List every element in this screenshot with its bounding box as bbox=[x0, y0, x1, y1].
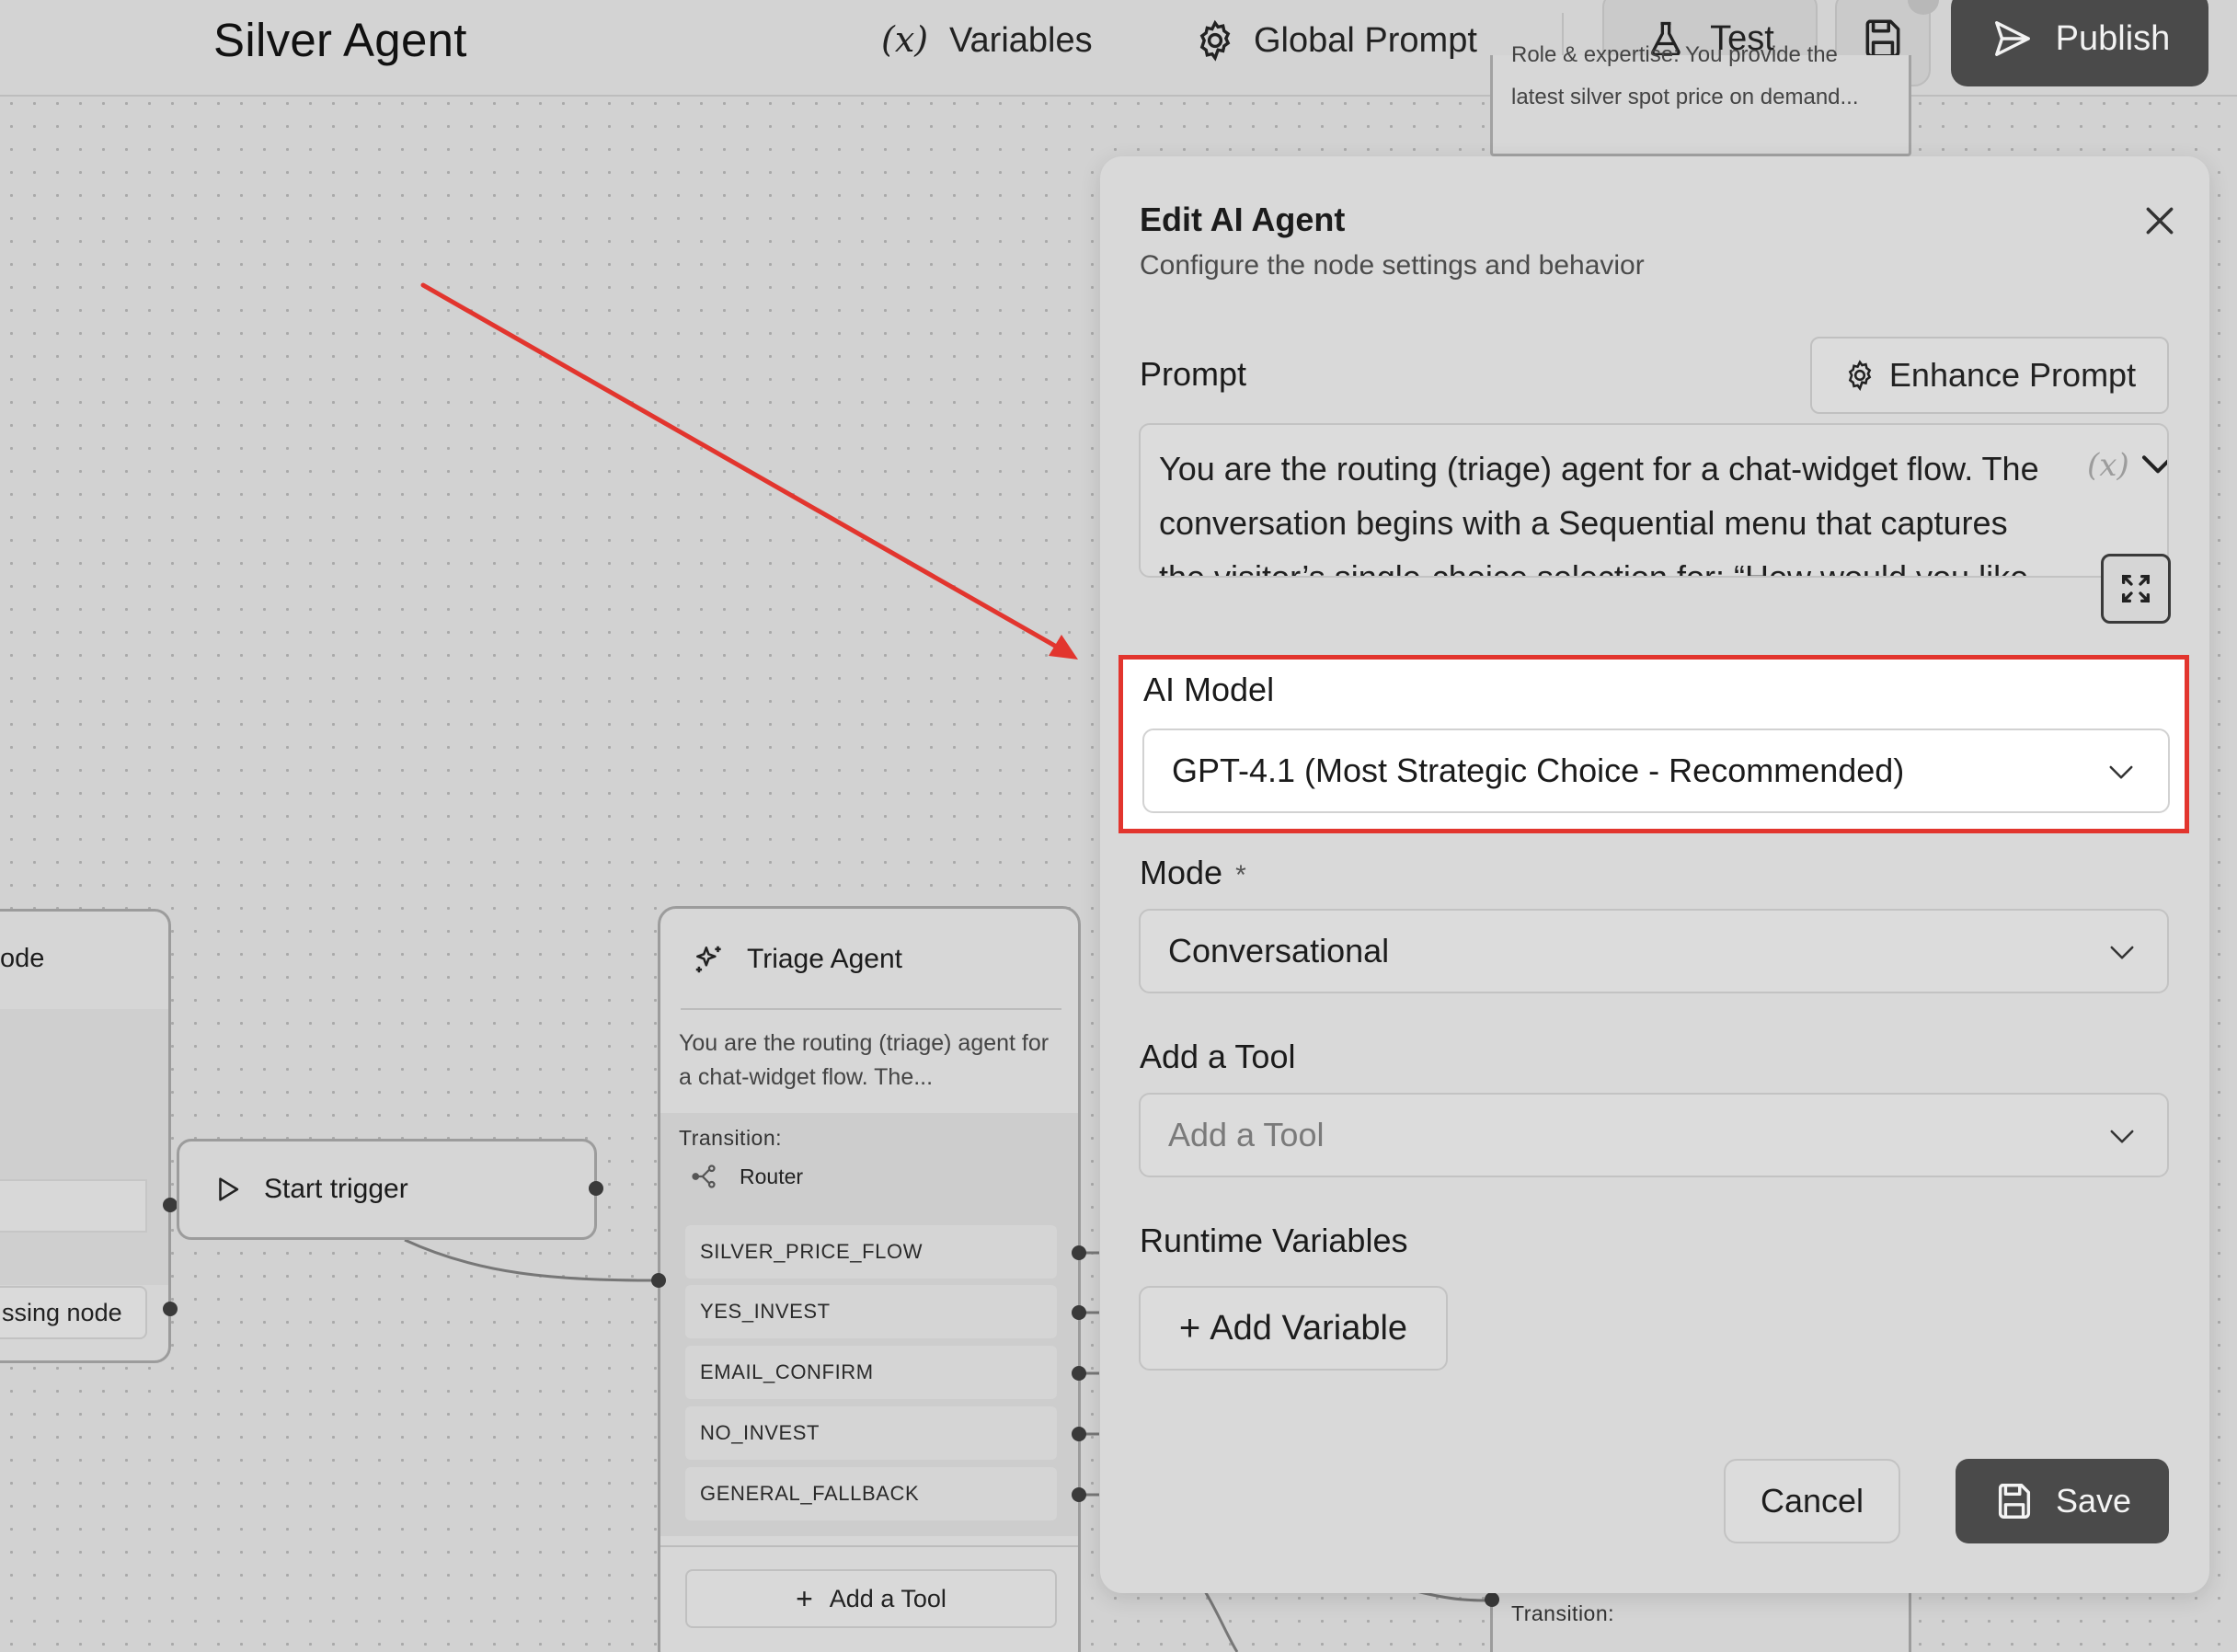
annotation-arrow bbox=[420, 282, 1078, 660]
